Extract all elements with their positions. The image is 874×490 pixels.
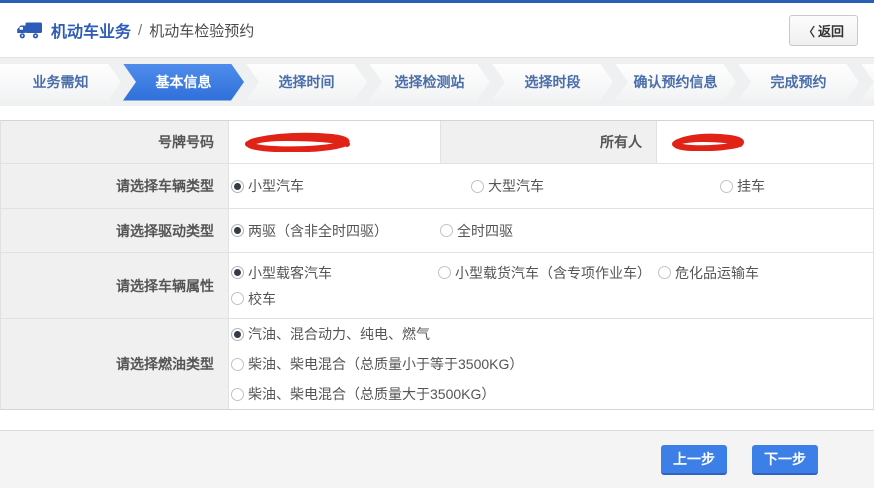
owner-label: 所有人	[441, 121, 657, 163]
radio-label: 全时四驱	[457, 221, 513, 241]
row-plate-owner: 号牌号码 所有人	[1, 121, 873, 164]
step-select-station[interactable]: 选择检测站	[369, 64, 490, 101]
radio-gasoline-hybrid-electric-gas[interactable]: 汽油、混合动力、纯电、燃气	[231, 324, 430, 344]
radio-icon	[471, 180, 484, 193]
step-select-period[interactable]: 选择时段	[492, 64, 613, 101]
radio-small-passenger[interactable]: 小型载客汽车	[231, 263, 438, 283]
row-vehicle-type: 请选择车辆类型 小型汽车 大型汽车 挂车	[1, 164, 873, 209]
drive-type-options: 两驱（含非全时四驱） 全时四驱	[229, 209, 873, 252]
plate-redaction-scribble	[239, 132, 357, 152]
radio-large-car[interactable]: 大型汽车	[471, 176, 720, 196]
radio-label: 两驱（含非全时四驱）	[248, 221, 388, 241]
plate-number-value	[229, 121, 441, 163]
radio-icon	[231, 292, 244, 305]
radio-label: 大型汽车	[488, 176, 544, 196]
radio-small-car[interactable]: 小型汽车	[231, 176, 471, 196]
radio-label: 校车	[248, 289, 276, 309]
page-header: 机动车业务 / 机动车检验预约 〈返回	[0, 3, 874, 57]
fuel-type-line-2: 柴油、柴电混合（总质量小于等于3500KG）	[231, 349, 523, 379]
radio-icon	[231, 224, 244, 237]
row-vehicle-attr: 请选择车辆属性 小型载客汽车 小型载货汽车（含专项作业车） 危化品运输车 校车	[1, 253, 873, 319]
radio-label: 柴油、柴电混合（总质量大于3500KG）	[248, 384, 495, 404]
radio-hazmat-transport[interactable]: 危化品运输车	[658, 263, 759, 283]
radio-diesel-gt-3500kg[interactable]: 柴油、柴电混合（总质量大于3500KG）	[231, 384, 495, 404]
radio-icon	[231, 180, 244, 193]
drive-type-label: 请选择驱动类型	[1, 209, 229, 252]
radio-icon	[658, 266, 671, 279]
radio-label: 小型载客汽车	[248, 263, 332, 283]
radio-icon	[231, 358, 244, 371]
breadcrumb-current: 机动车检验预约	[149, 20, 254, 41]
radio-trailer[interactable]: 挂车	[720, 176, 765, 196]
radio-label: 柴油、柴电混合（总质量小于等于3500KG）	[248, 354, 523, 374]
back-button-label: 返回	[818, 24, 844, 39]
radio-label: 小型载货汽车（含专项作业车）	[455, 263, 651, 283]
radio-icon	[231, 266, 244, 279]
step-select-time[interactable]: 选择时间	[246, 64, 367, 101]
fuel-type-line-1: 汽油、混合动力、纯电、燃气	[231, 319, 430, 349]
radio-icon	[440, 224, 453, 237]
owner-redaction-scribble	[667, 133, 749, 151]
back-button[interactable]: 〈返回	[789, 15, 858, 46]
vehicle-attr-options: 小型载客汽车 小型载货汽车（含专项作业车） 危化品运输车 校车	[229, 253, 873, 318]
fuel-type-line-3: 柴油、柴电混合（总质量大于3500KG）	[231, 379, 495, 409]
back-chevron-icon: 〈	[803, 25, 815, 39]
vehicle-attr-line-2: 校车	[231, 286, 276, 312]
radio-icon	[231, 388, 244, 401]
vehicle-type-options: 小型汽车 大型汽车 挂车	[229, 164, 873, 208]
vehicle-attr-line-1: 小型载客汽车 小型载货汽车（含专项作业车） 危化品运输车	[231, 260, 759, 286]
vehicle-inspection-appointment-page: 机动车业务 / 机动车检验预约 〈返回 业务需知 基本信息 选择时间 选择检测站…	[0, 0, 874, 490]
breadcrumb-separator: /	[138, 22, 142, 39]
truck-icon	[16, 21, 43, 40]
fuel-type-label: 请选择燃油类型	[1, 319, 229, 409]
step-business-notice[interactable]: 业务需知	[0, 64, 121, 101]
step-complete[interactable]: 完成预约	[738, 64, 859, 101]
radio-label: 小型汽车	[248, 176, 304, 196]
plate-number-label: 号牌号码	[1, 121, 229, 163]
radio-small-cargo[interactable]: 小型载货汽车（含专项作业车）	[438, 263, 658, 283]
radio-full-time-4wd[interactable]: 全时四驱	[440, 221, 513, 241]
vehicle-attr-label: 请选择车辆属性	[1, 253, 229, 318]
owner-value	[657, 121, 873, 163]
radio-label: 危化品运输车	[675, 263, 759, 283]
radio-school-bus[interactable]: 校车	[231, 289, 276, 309]
vehicle-type-label: 请选择车辆类型	[1, 164, 229, 208]
radio-two-wheel-drive[interactable]: 两驱（含非全时四驱）	[231, 221, 440, 241]
radio-icon	[720, 180, 733, 193]
breadcrumb-root[interactable]: 机动车业务	[51, 18, 131, 42]
footer-actions: 上一步 下一步	[0, 430, 874, 488]
radio-label: 挂车	[737, 176, 765, 196]
step-basic-info[interactable]: 基本信息	[123, 64, 244, 101]
step-confirm-info[interactable]: 确认预约信息	[615, 64, 736, 101]
step-navigation: 业务需知 基本信息 选择时间 选择检测站 选择时段 确认预约信息 完成预约	[0, 57, 874, 106]
row-drive-type: 请选择驱动类型 两驱（含非全时四驱） 全时四驱	[1, 209, 873, 253]
previous-step-button[interactable]: 上一步	[661, 445, 727, 475]
spacer	[0, 410, 874, 430]
basic-info-form: 号牌号码 所有人 请选择车辆类型 小型汽车 大型汽车	[0, 120, 874, 410]
row-fuel-type: 请选择燃油类型 汽油、混合动力、纯电、燃气 柴油、柴电混合（总质量小于等于350…	[1, 319, 873, 409]
fuel-type-options: 汽油、混合动力、纯电、燃气 柴油、柴电混合（总质量小于等于3500KG） 柴油、…	[229, 319, 873, 409]
radio-diesel-le-3500kg[interactable]: 柴油、柴电混合（总质量小于等于3500KG）	[231, 354, 523, 374]
radio-icon	[231, 328, 244, 341]
next-step-button[interactable]: 下一步	[752, 445, 818, 475]
radio-icon	[438, 266, 451, 279]
radio-label: 汽油、混合动力、纯电、燃气	[248, 324, 430, 344]
step-filler-segment	[861, 64, 874, 101]
